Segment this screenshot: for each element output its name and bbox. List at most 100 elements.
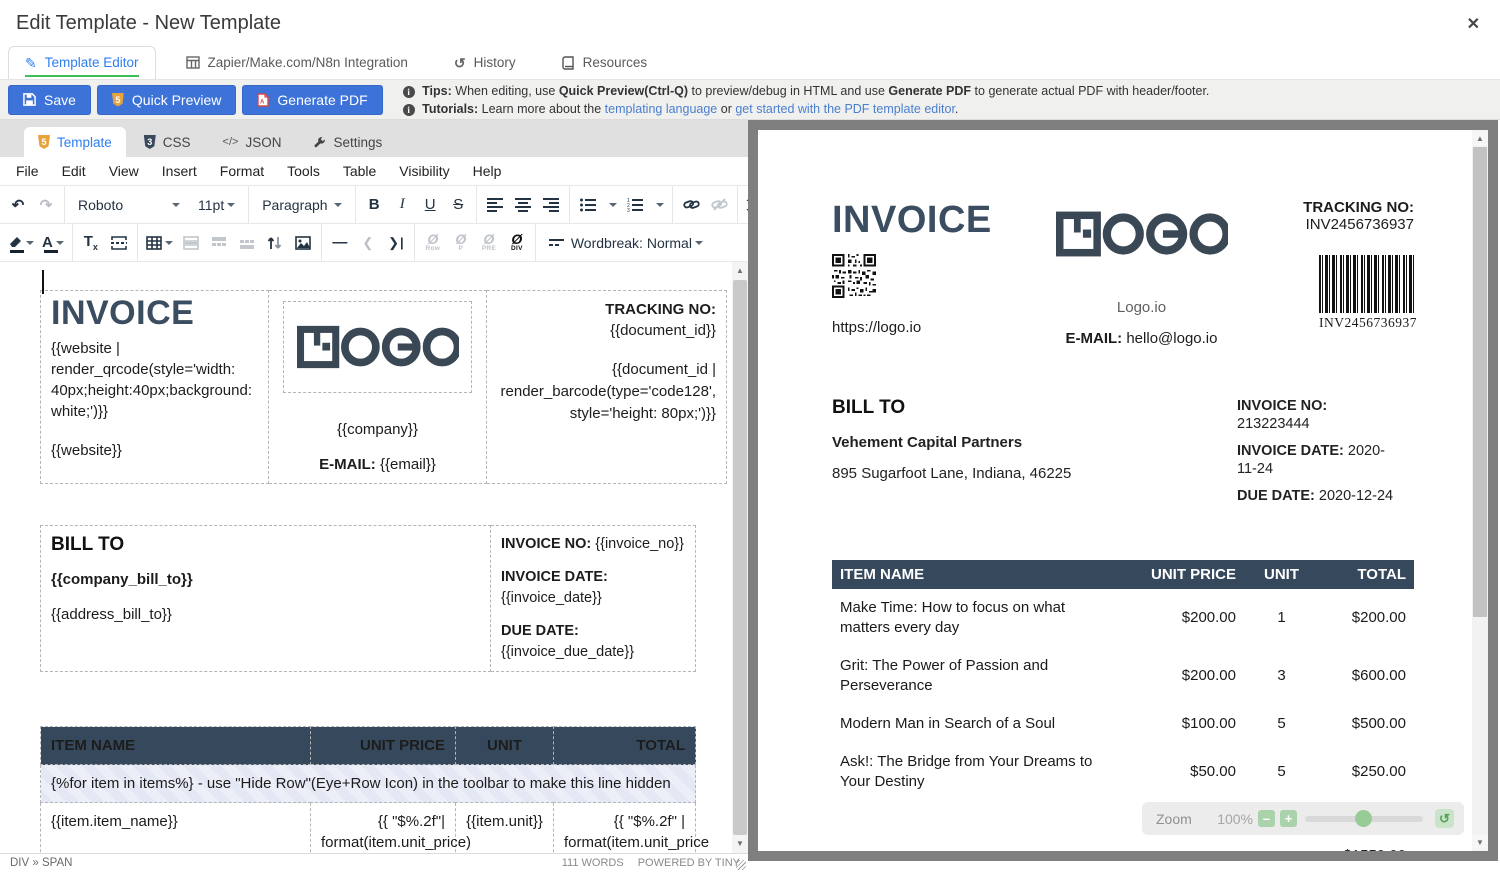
numbered-list-icon[interactable]: 123 — [622, 191, 648, 219]
clear-formatting-icon[interactable]: Tx — [78, 229, 104, 257]
wordbreak-select[interactable]: Wordbreak: Normal — [541, 229, 711, 257]
doc-title: INVOICE — [51, 303, 258, 324]
text-caret — [42, 270, 44, 294]
col-unit: UNIT — [456, 727, 554, 765]
email-line: E-MAIL: {{email}} — [279, 454, 476, 475]
redo-icon[interactable]: ↷ — [33, 191, 59, 219]
tips-block: i Tips: When editing, use Quick Preview(… — [403, 82, 1210, 118]
element-path[interactable]: DIV » SPAN — [10, 857, 72, 869]
highlight-color-icon[interactable] — [5, 229, 37, 257]
info-icon: i — [403, 104, 415, 116]
tab-history[interactable]: ↺ History — [438, 46, 532, 79]
hide-row-icon[interactable]: ØRow — [420, 229, 446, 257]
templating-language-link[interactable]: templating language — [605, 102, 718, 116]
col-total: TOTAL — [554, 727, 696, 765]
bold-icon[interactable]: B — [361, 191, 387, 219]
scroll-up-icon[interactable]: ▲ — [732, 264, 748, 278]
resize-grip[interactable] — [736, 860, 746, 870]
tab-template-editor[interactable]: ✎ Template Editor — [8, 46, 156, 79]
tab-resources[interactable]: Resources — [546, 46, 664, 79]
font-size-select[interactable]: 11pt — [190, 191, 243, 219]
scrollbar-thumb[interactable] — [733, 280, 747, 835]
font-family-select[interactable]: Roboto — [70, 191, 188, 219]
next-element-icon[interactable]: ❯| — [383, 229, 409, 257]
preview-invoice-no: INVOICE NO: 213223444 — [1237, 397, 1400, 433]
invoice-no-line: INVOICE NO: {{invoice_no}} — [501, 534, 685, 555]
table-icon[interactable] — [143, 229, 176, 257]
template-billto-table: BILL TO {{company_bill_to}} {{address_bi… — [40, 525, 696, 672]
preview-frame: INVOICE — [748, 120, 1498, 861]
col-unit: UNIT — [1244, 560, 1319, 589]
grand-total: $1550.00 — [832, 847, 1414, 851]
undo-icon[interactable]: ↶ — [5, 191, 31, 219]
bullet-list-icon[interactable] — [575, 191, 601, 219]
preview-scrollbar[interactable]: ▲ ▼ — [1472, 130, 1488, 851]
unlink-icon[interactable] — [706, 191, 732, 219]
pdf-editor-link[interactable]: get started with the PDF template editor — [735, 102, 955, 116]
block-format-select[interactable]: Paragraph — [254, 191, 350, 219]
editor-panel: 5 Template 3 CSS </> JSON Settings File … — [0, 120, 748, 872]
tab-template[interactable]: 5 Template — [24, 127, 126, 157]
zoom-slider-thumb[interactable] — [1355, 810, 1372, 827]
align-right-icon[interactable] — [538, 191, 564, 219]
zoom-value: 100% — [1217, 811, 1253, 827]
preview-items-table: ITEM NAME UNIT PRICE UNIT TOTAL Make Tim… — [832, 560, 1414, 801]
italic-icon[interactable]: I — [389, 191, 415, 219]
zoom-out-button[interactable]: – — [1258, 810, 1275, 827]
menu-view[interactable]: View — [109, 163, 139, 179]
generate-pdf-button[interactable]: A Generate PDF — [242, 85, 382, 115]
menu-format[interactable]: Format — [220, 163, 264, 179]
scroll-down-icon[interactable]: ▼ — [732, 837, 748, 851]
preview-company: Logo.io — [1117, 299, 1166, 316]
insert-row-after-icon[interactable] — [234, 229, 260, 257]
powered-by[interactable]: POWERED BY TINY — [638, 857, 740, 869]
hide-p-icon[interactable]: ØP — [448, 229, 474, 257]
zoom-reset-button[interactable]: ↺ — [1435, 809, 1454, 828]
scroll-down-icon[interactable]: ▼ — [1472, 835, 1488, 850]
tab-settings[interactable]: Settings — [299, 127, 396, 157]
preview-tracking-no: INV2456736937 — [1239, 216, 1414, 233]
align-center-icon[interactable] — [510, 191, 536, 219]
editor-scrollbar[interactable]: ▲ ▼ — [732, 262, 748, 853]
quick-preview-button[interactable]: 5 Quick Preview — [97, 85, 236, 115]
table-row: Grit: The Power of Passion and Persevera… — [832, 647, 1414, 705]
menu-insert[interactable]: Insert — [162, 163, 197, 179]
menu-table[interactable]: Table — [343, 163, 376, 179]
table-row-props-icon[interactable] — [178, 229, 204, 257]
underline-icon[interactable]: U — [417, 191, 443, 219]
hide-div-icon[interactable]: ØDIV — [504, 229, 530, 257]
scroll-up-icon[interactable]: ▲ — [1472, 131, 1488, 146]
tab-integration[interactable]: Zapier/Make.com/N8n Integration — [170, 46, 424, 79]
text-color-icon[interactable]: A — [39, 229, 67, 257]
strikethrough-icon[interactable]: S — [445, 191, 471, 219]
zoom-slider[interactable] — [1305, 816, 1423, 822]
menu-tools[interactable]: Tools — [287, 163, 320, 179]
menu-file[interactable]: File — [16, 163, 39, 179]
align-left-icon[interactable] — [482, 191, 508, 219]
menu-visibility[interactable]: Visibility — [399, 163, 449, 179]
zoom-in-button[interactable]: + — [1280, 810, 1297, 827]
page-break-icon[interactable] — [106, 229, 132, 257]
qr-code — [832, 254, 876, 298]
sort-icon[interactable] — [262, 229, 288, 257]
bullet-list-caret[interactable] — [603, 191, 620, 219]
col-unit-price: UNIT PRICE — [311, 727, 456, 765]
image-icon[interactable] — [290, 229, 316, 257]
scrollbar-thumb[interactable] — [1473, 147, 1487, 617]
numbered-list-caret[interactable] — [650, 191, 667, 219]
hide-pre-icon[interactable]: ØPRE — [476, 229, 502, 257]
menu-help[interactable]: Help — [473, 163, 502, 179]
menu-edit[interactable]: Edit — [62, 163, 86, 179]
save-button[interactable]: Save — [8, 85, 91, 115]
editor-content-area[interactable]: INVOICE {{website | render_qrcode(style=… — [0, 261, 748, 853]
link-icon[interactable] — [678, 191, 704, 219]
tab-css[interactable]: 3 CSS — [130, 127, 205, 157]
history-icon: ↺ — [454, 56, 466, 70]
tab-json[interactable]: </> JSON — [209, 127, 296, 157]
status-bar: DIV » SPAN 111 WORDS POWERED BY TINY — [0, 853, 748, 872]
menu-bar: File Edit View Insert Format Tools Table… — [0, 157, 748, 185]
insert-row-before-icon[interactable] — [206, 229, 232, 257]
prev-element-icon[interactable]: ❮ — [355, 229, 381, 257]
horizontal-rule-icon[interactable]: — — [327, 229, 353, 257]
close-icon[interactable]: ✕ — [1467, 14, 1480, 34]
